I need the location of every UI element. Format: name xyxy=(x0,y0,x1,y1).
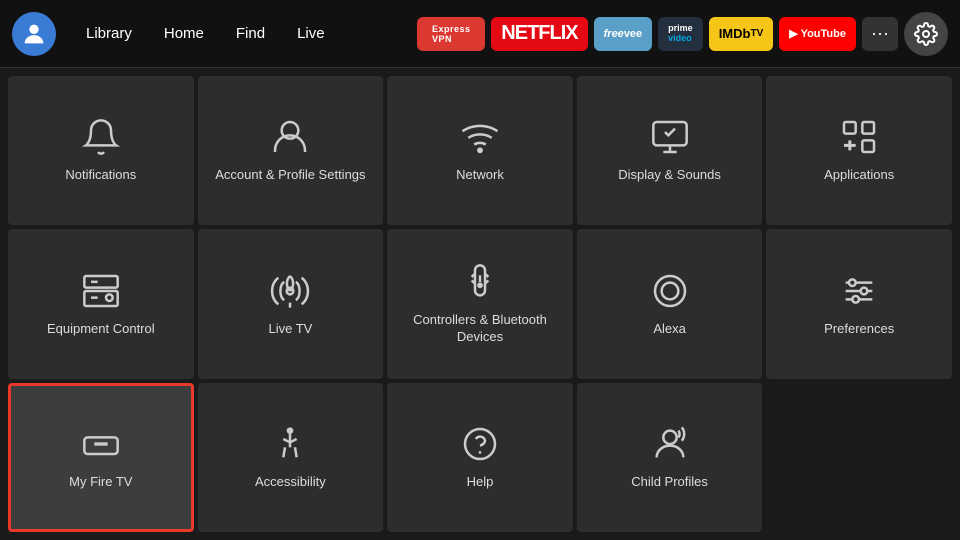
display-sounds-label: Display & Sounds xyxy=(618,167,721,184)
app-youtube[interactable]: ▶ YouTube xyxy=(779,17,856,51)
preferences-label: Preferences xyxy=(824,321,894,338)
grid-item-alexa[interactable]: Alexa xyxy=(577,229,763,378)
notifications-label: Notifications xyxy=(65,167,136,184)
grid-item-network[interactable]: Network xyxy=(387,76,573,225)
grid-item-live-tv[interactable]: Live TV xyxy=(198,229,384,378)
app-freevee[interactable]: freevee xyxy=(594,17,653,51)
app-expressvpn[interactable]: ExpressVPN xyxy=(417,17,485,51)
network-label: Network xyxy=(456,167,504,184)
applications-label: Applications xyxy=(824,167,894,184)
nav-library[interactable]: Library xyxy=(72,19,146,48)
app-imdb[interactable]: IMDbTV xyxy=(709,17,774,51)
more-apps-button[interactable]: ··· xyxy=(862,17,898,51)
grid-item-applications[interactable]: Applications xyxy=(766,76,952,225)
grid-item-accessibility[interactable]: Accessibility xyxy=(198,383,384,532)
settings-grid: Notifications Account & Profile Settings… xyxy=(0,68,960,540)
apps-row: ExpressVPN NETFLIX freevee prime video I… xyxy=(417,12,948,56)
nav-links: Library Home Find Live xyxy=(72,19,339,48)
app-prime[interactable]: prime video xyxy=(658,17,703,51)
nav-home[interactable]: Home xyxy=(150,19,218,48)
topbar: Library Home Find Live ExpressVPN NETFLI… xyxy=(0,0,960,68)
grid-item-account-profile[interactable]: Account & Profile Settings xyxy=(198,76,384,225)
grid-item-my-fire-tv[interactable]: My Fire TV xyxy=(8,383,194,532)
help-label: Help xyxy=(467,474,494,491)
grid-item-display-sounds[interactable]: Display & Sounds xyxy=(577,76,763,225)
account-profile-label: Account & Profile Settings xyxy=(215,167,365,184)
grid-item-controllers-bluetooth[interactable]: Controllers & Bluetooth Devices xyxy=(387,229,573,378)
grid-item-child-profiles[interactable]: Child Profiles xyxy=(577,383,763,532)
grid-item-help[interactable]: Help xyxy=(387,383,573,532)
grid-item-equipment-control[interactable]: Equipment Control xyxy=(8,229,194,378)
grid-item-preferences[interactable]: Preferences xyxy=(766,229,952,378)
child-profiles-label: Child Profiles xyxy=(631,474,708,491)
grid-item-notifications[interactable]: Notifications xyxy=(8,76,194,225)
alexa-label: Alexa xyxy=(653,321,686,338)
nav-find[interactable]: Find xyxy=(222,19,279,48)
user-avatar[interactable] xyxy=(12,12,56,56)
nav-live[interactable]: Live xyxy=(283,19,339,48)
accessibility-label: Accessibility xyxy=(255,474,326,491)
controllers-bluetooth-label: Controllers & Bluetooth Devices xyxy=(397,312,563,346)
settings-gear-button[interactable] xyxy=(904,12,948,56)
live-tv-label: Live TV xyxy=(268,321,312,338)
my-fire-tv-label: My Fire TV xyxy=(69,474,132,491)
equipment-control-label: Equipment Control xyxy=(47,321,155,338)
app-netflix[interactable]: NETFLIX xyxy=(491,17,587,51)
empty-cell xyxy=(766,383,952,532)
